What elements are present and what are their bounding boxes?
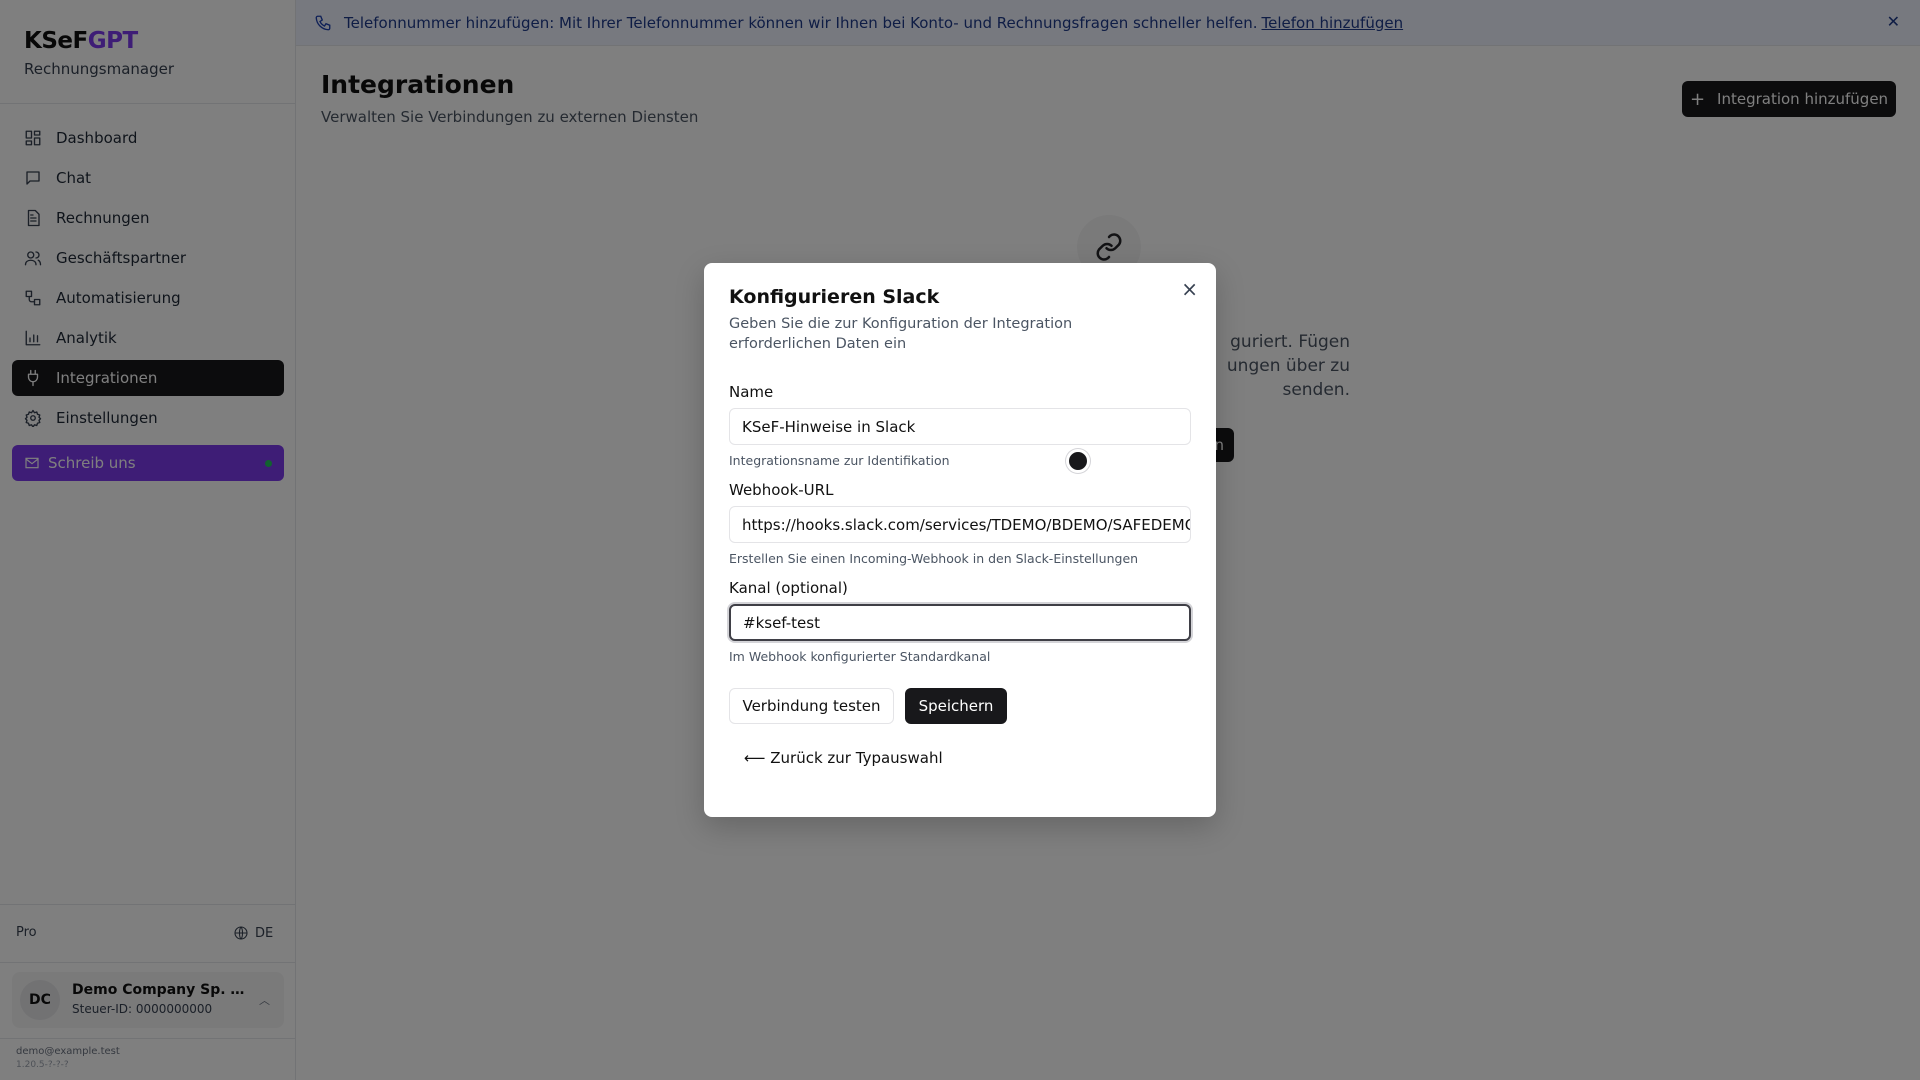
back-to-type-selection-link[interactable]: ⟵ Zurück zur Typauswahl [744, 749, 943, 767]
webhook-url-field[interactable] [729, 506, 1191, 543]
webhook-help: Erstellen Sie einen Incoming-Webhook in … [729, 551, 1139, 566]
dialog-title: Konfigurieren Slack [729, 286, 940, 308]
channel-help: Im Webhook konfigurierter Standardkanal [729, 649, 991, 664]
name-help: Integrationsname zur Identifikation [729, 453, 950, 468]
save-button[interactable]: Speichern [905, 688, 1007, 724]
test-connection-button[interactable]: Verbindung testen [729, 688, 894, 724]
dialog-description: Geben Sie die zur Konfiguration der Inte… [729, 316, 1073, 352]
webhook-label: Webhook-URL [729, 481, 834, 499]
name-label: Name [729, 383, 774, 401]
channel-label: Kanal (optional) [729, 579, 848, 597]
channel-field[interactable] [729, 604, 1191, 641]
close-icon[interactable]: × [1181, 277, 1198, 301]
mouse-cursor [1066, 449, 1090, 473]
configure-slack-dialog: × Konfigurieren Slack Geben Sie die zur … [704, 263, 1216, 817]
name-field[interactable] [729, 408, 1191, 445]
